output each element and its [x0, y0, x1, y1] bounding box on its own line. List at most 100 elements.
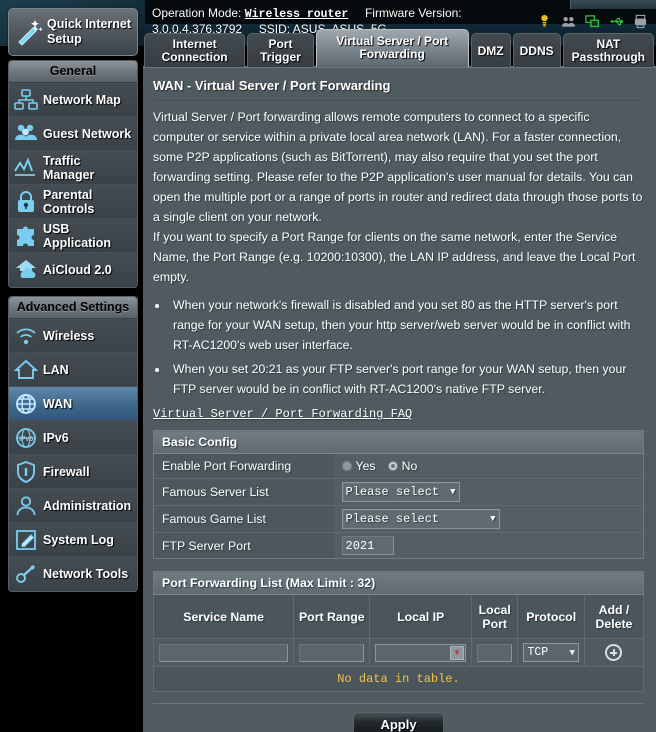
empty-message: No data in table.: [153, 666, 644, 692]
sidebar-item-ipv6[interactable]: IPv6 IPv6: [9, 421, 137, 455]
cell-service-name: [152, 638, 295, 667]
ftp-server-port-input[interactable]: [341, 536, 394, 555]
sidebar-item-parental-controls[interactable]: Parental Controls: [9, 185, 137, 219]
local-port-input[interactable]: [476, 643, 513, 662]
notification-icon[interactable]: [537, 14, 552, 29]
sidebar-item-label: LAN: [43, 362, 69, 377]
ipv6-icon: IPv6: [16, 427, 36, 448]
port-forwarding-list-wrapper: Port Forwarding List (Max Limit : 32) Se…: [152, 571, 645, 692]
famous-server-list-label: Famous Server List: [153, 478, 334, 506]
sidebar-item-label: Wireless: [43, 328, 95, 343]
description-paragraph-1: Virtual Server / Port forwarding allows …: [153, 110, 643, 224]
page-title: WAN - Virtual Server / Port Forwarding: [153, 78, 391, 93]
port-range-input[interactable]: [299, 643, 365, 662]
add-icon[interactable]: [605, 644, 623, 661]
description-block: Virtual Server / Port forwarding allows …: [153, 107, 644, 287]
lock-icon: [18, 190, 34, 212]
cell-add-delete: [583, 638, 645, 667]
enable-port-forwarding-label: Enable Port Forwarding: [153, 453, 334, 479]
basic-config-title: Basic Config: [153, 430, 644, 454]
puzzle-icon: [17, 226, 34, 246]
sidebar-item-guest-network[interactable]: Guest Network: [9, 117, 137, 151]
operation-mode-value[interactable]: Wireless router: [245, 8, 349, 21]
home-icon: [13, 359, 39, 379]
ftp-server-port-label: FTP Server Port: [153, 532, 334, 559]
tab-ddns[interactable]: DDNS: [512, 33, 561, 67]
basic-config-table: Basic Config Enable Port Forwarding Yes: [153, 430, 644, 559]
sidebar-item-network-tools[interactable]: Network Tools: [9, 557, 137, 591]
sidebar-item-label: Parental Controls: [43, 187, 95, 216]
radio-yes[interactable]: Yes: [341, 459, 376, 473]
basic-config-header-row: Basic Config: [153, 430, 644, 454]
cell-local-ip: ▼: [369, 638, 472, 667]
sidebar-group-advanced: Advanced Settings Wireless LAN WAN IPv6 …: [8, 296, 138, 592]
ftp-server-port-row: FTP Server Port: [153, 532, 644, 559]
tab-label: DDNS: [519, 43, 554, 58]
header-icon-tray: [537, 14, 648, 29]
sidebar-item-label: Administration: [43, 498, 132, 513]
shield-icon: [17, 460, 35, 483]
apply-button[interactable]: Apply: [353, 712, 444, 732]
sidebar-item-quick-internet-setup[interactable]: Quick Internet Setup: [8, 8, 138, 56]
note-item: When your network's firewall is disabled…: [169, 295, 644, 355]
tab-nat-passthrough[interactable]: NAT Passthrough: [562, 33, 654, 67]
sidebar-item-label: Quick Internet Setup: [47, 17, 132, 46]
sidebar: Quick Internet Setup General Network Map: [8, 8, 138, 592]
network-map-icon: [14, 88, 38, 110]
sidebar-group-title-advanced: Advanced Settings: [9, 297, 137, 319]
protocol-select[interactable]: TCP ▼: [523, 643, 579, 662]
column-local-port: Local Port: [470, 594, 519, 639]
famous-server-list-row: Famous Server List Please select ▼: [153, 478, 644, 506]
famous-game-list-select[interactable]: Please select ▼: [341, 509, 500, 529]
famous-game-list-selected: Please select: [345, 512, 440, 526]
sidebar-item-wireless[interactable]: Wireless: [9, 319, 137, 353]
notes-list: When your network's firewall is disabled…: [169, 295, 644, 399]
network-monitor-icon[interactable]: [585, 14, 600, 29]
note-item: When you set 20:21 as your FTP server's …: [169, 359, 644, 399]
clients-icon[interactable]: [561, 14, 576, 29]
sidebar-item-label: AiCloud 2.0: [43, 263, 112, 277]
famous-server-list-selected: Please select: [345, 485, 440, 499]
firmware-label: Firmware Version:: [364, 6, 462, 20]
cell-port-range: [293, 638, 371, 667]
usb-icon[interactable]: [609, 14, 624, 29]
sidebar-item-firewall[interactable]: Firewall: [9, 455, 137, 489]
description-paragraph-2: If you want to specify a Port Range for …: [153, 230, 636, 284]
local-ip-input[interactable]: ▼: [375, 643, 466, 662]
port-forwarding-column-header-row: Service Name Port Range Local IP Local P…: [152, 594, 645, 639]
tab-label: NAT Passthrough: [571, 37, 645, 64]
printer-icon[interactable]: [633, 14, 648, 29]
tab-virtual-server-port-forwarding[interactable]: Virtual Server / Port Forwarding: [315, 29, 469, 67]
port-forwarding-empty-row: No data in table.: [153, 666, 644, 692]
sidebar-item-label: WAN: [43, 396, 73, 411]
sidebar-item-wan[interactable]: WAN: [9, 387, 137, 421]
tab-internet-connection[interactable]: Internet Connection: [144, 33, 246, 67]
famous-server-list-select[interactable]: Please select ▼: [341, 482, 460, 502]
column-service-name: Service Name: [152, 594, 295, 639]
sidebar-group-general: General Network Map Guest Network Traffi…: [8, 60, 138, 288]
sidebar-item-lan[interactable]: LAN: [9, 353, 137, 387]
faq-link[interactable]: Virtual Server / Port Forwarding FAQ: [153, 407, 412, 421]
sidebar-item-aicloud[interactable]: AiCloud 2.0: [9, 253, 137, 287]
tab-dmz[interactable]: DMZ: [470, 33, 511, 67]
radio-no[interactable]: No: [387, 459, 417, 473]
traffic-manager-icon: [14, 156, 35, 176]
enable-port-forwarding-row: Enable Port Forwarding Yes No: [153, 453, 644, 479]
port-forwarding-list-header-row: Port Forwarding List (Max Limit : 32): [153, 571, 644, 595]
sidebar-item-traffic-manager[interactable]: Traffic Manager: [9, 151, 137, 185]
chevron-down-icon[interactable]: ▼: [449, 645, 464, 660]
column-add-delete: Add / Delete: [583, 594, 645, 639]
famous-game-list-value: Please select ▼: [333, 505, 644, 533]
column-protocol: Protocol: [517, 594, 585, 639]
chevron-down-icon: ▼: [490, 514, 496, 524]
sidebar-item-network-map[interactable]: Network Map: [9, 83, 137, 117]
sidebar-item-system-log[interactable]: System Log: [9, 523, 137, 557]
service-name-input[interactable]: [159, 643, 289, 662]
sidebar-item-administration[interactable]: Administration: [9, 489, 137, 523]
globe-icon: [16, 393, 36, 414]
tab-bar: Internet Connection Port Trigger Virtual…: [144, 29, 656, 67]
guest-network-icon: [15, 124, 37, 140]
protocol-selected: TCP: [527, 646, 549, 659]
tab-port-trigger[interactable]: Port Trigger: [247, 33, 314, 67]
sidebar-item-usb-application[interactable]: USB Application: [9, 219, 137, 253]
